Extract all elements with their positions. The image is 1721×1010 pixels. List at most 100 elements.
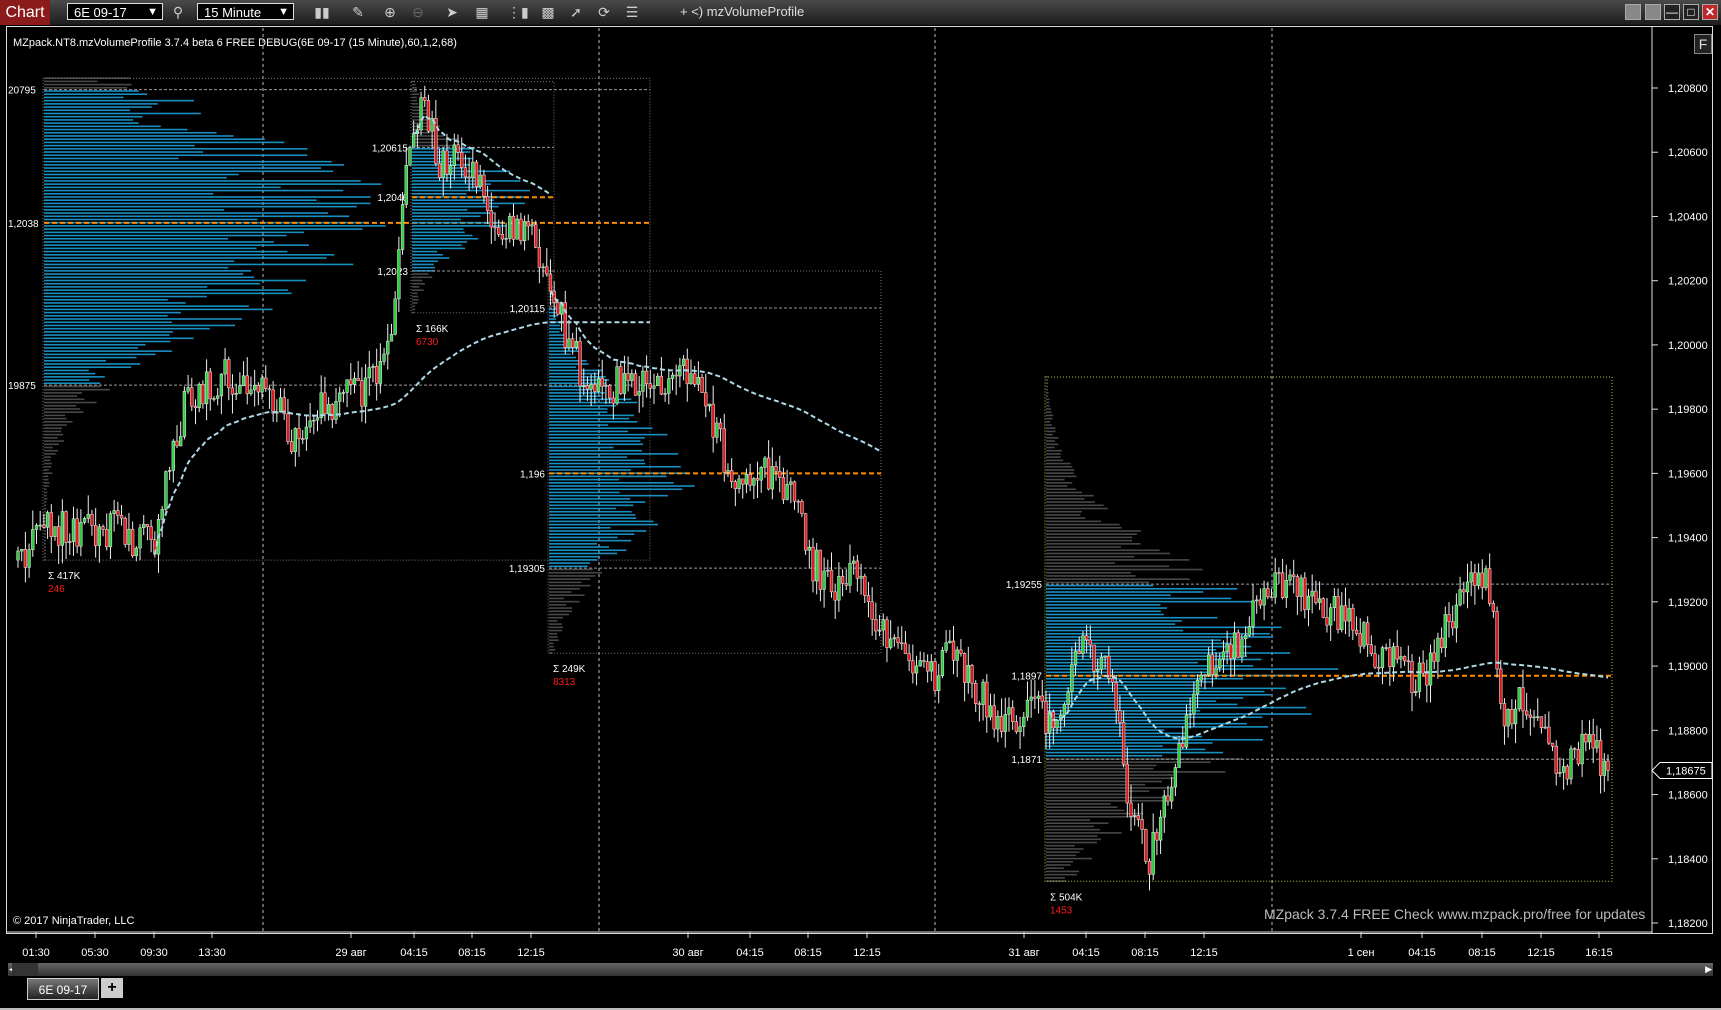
profile-bar [1046, 539, 1133, 542]
profile-bar [44, 276, 255, 279]
poc-label: 1,2038 [8, 219, 39, 230]
profile-bar [44, 257, 327, 259]
profile-bar [549, 549, 627, 552]
profile-bar [549, 565, 588, 568]
candle [515, 218, 519, 240]
add-tab-button[interactable]: + [101, 978, 123, 998]
profile-bar [412, 254, 443, 256]
profile-bar [549, 636, 558, 638]
candle [589, 384, 593, 390]
profile-bar [44, 437, 58, 439]
candle [1125, 763, 1129, 804]
f-button[interactable]: F [1694, 34, 1712, 54]
profile-bar [1046, 745, 1163, 747]
profile-bar [44, 295, 207, 298]
profile-bar [412, 302, 418, 304]
candle [607, 385, 612, 399]
candle [1118, 710, 1122, 723]
profile-bar [44, 260, 235, 263]
candle [545, 266, 549, 275]
candle [582, 385, 586, 387]
profile-bar [549, 350, 580, 352]
profile-bar [412, 237, 479, 240]
candle [848, 563, 852, 586]
horizontal-scrollbar[interactable]: ◀ ▶ [8, 963, 1713, 976]
profile-bar [1046, 796, 1169, 799]
candle [1018, 726, 1022, 732]
profile-bar [44, 128, 188, 131]
candle [190, 387, 194, 407]
indicator-title: MZpack.NT8.mzVolumeProfile 3.7.4 beta 6 … [13, 37, 457, 49]
candle [101, 526, 105, 530]
candle [1543, 726, 1547, 729]
profile-bar [1046, 382, 1048, 385]
profile-bar [44, 148, 308, 150]
profile-bar [1046, 684, 1201, 686]
candle [1458, 589, 1462, 606]
time-axis-label: 04:15 [736, 947, 764, 959]
candle [944, 642, 948, 651]
profile-bar [44, 183, 382, 185]
price-axis-label: 1,18400 [1668, 854, 1708, 866]
profile-bar [1046, 825, 1094, 828]
scroll-right-icon[interactable]: ▶ [1705, 963, 1712, 976]
poc-label: 1,1897 [1011, 672, 1042, 683]
candle [271, 389, 275, 414]
candle [171, 440, 175, 471]
profile-bar [549, 491, 620, 494]
profile-bar [1046, 822, 1109, 825]
profile-bar [44, 202, 371, 205]
profile-bar [44, 189, 344, 192]
profile-bar [1046, 613, 1164, 616]
profile-delta: 8313 [553, 677, 576, 688]
candle [397, 249, 401, 300]
candle [90, 514, 94, 526]
candle [1262, 588, 1266, 606]
candle [726, 470, 730, 473]
profile-bar [549, 392, 605, 394]
candle [999, 715, 1004, 732]
profile-bar [549, 427, 653, 430]
candle [1369, 644, 1373, 654]
profile-bar [412, 279, 423, 282]
candle [1070, 664, 1074, 693]
profile-bar [44, 77, 131, 79]
candle [23, 549, 28, 568]
profile-bar [1046, 459, 1064, 462]
profile-bar [549, 385, 592, 388]
profile-bar [1046, 828, 1100, 831]
candle [911, 660, 915, 674]
profile-bar [549, 411, 608, 413]
profile-bar [549, 610, 572, 613]
price-chart[interactable]: 1,20800 1,20600 1,20400 1,20200 1,20000 1,198… [0, 0, 1721, 1010]
profile-bar [1046, 661, 1198, 664]
profile-bar [44, 119, 134, 121]
candle [378, 361, 383, 384]
profile-bar [44, 180, 361, 182]
profile-bar [1046, 555, 1135, 558]
candle [1092, 644, 1096, 672]
profile-bar [1046, 787, 1173, 789]
candle [1077, 650, 1081, 654]
candle [1170, 786, 1174, 802]
profile-bar [549, 449, 642, 452]
profile-bar [549, 305, 556, 307]
candle [1099, 657, 1104, 670]
candle [167, 470, 172, 472]
candle [974, 682, 978, 704]
candle [855, 560, 860, 579]
candle [393, 298, 397, 335]
profile-bar [1046, 854, 1076, 857]
candle [108, 513, 113, 548]
scrollbar-thumb[interactable] [12, 963, 38, 976]
candle [27, 549, 31, 568]
profile-bar [1046, 388, 1049, 391]
profile-bar [1046, 860, 1073, 863]
profile-bar [549, 462, 646, 465]
profile-bar [1046, 793, 1128, 796]
profile-bar [44, 363, 141, 365]
profile-bar [412, 263, 434, 266]
tab-6e-09-17[interactable]: 6E 09-17 [27, 978, 99, 1000]
profile-bar [44, 372, 96, 375]
profile-bar [44, 343, 146, 346]
